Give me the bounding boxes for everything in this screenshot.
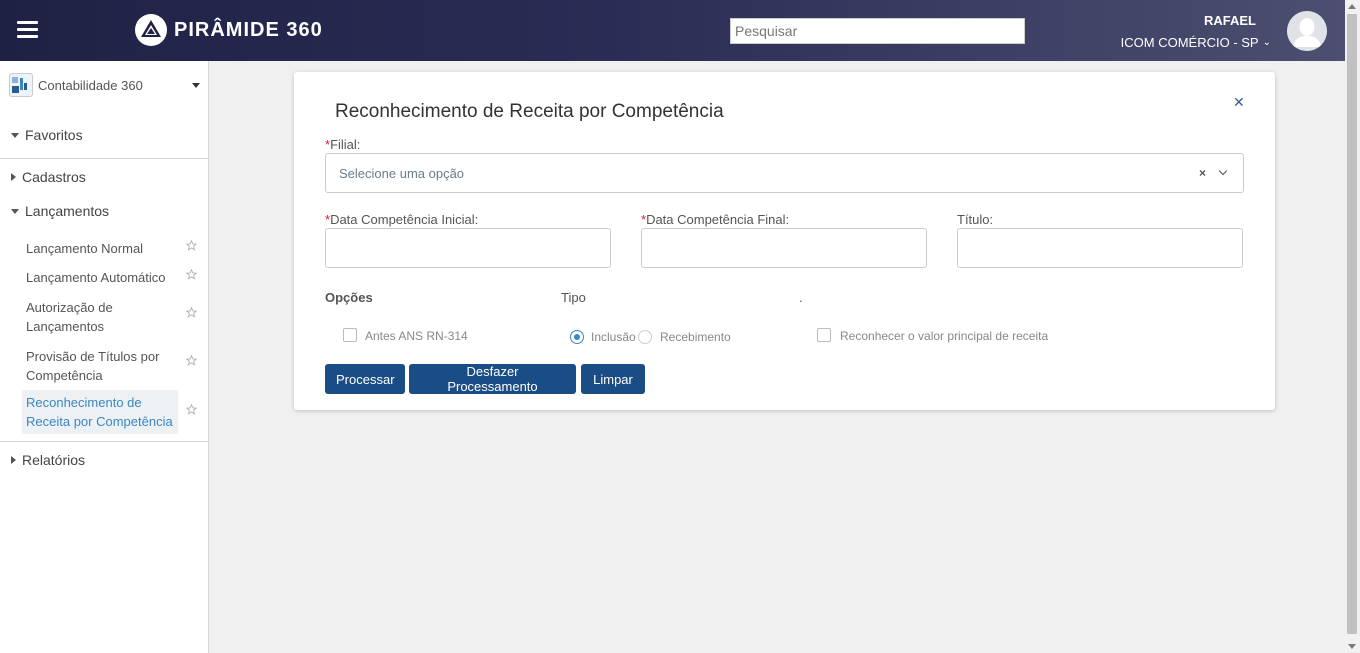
form-panel: Reconhecimento de Receita por Competênci… (294, 72, 1275, 410)
section-label: Relatórios (22, 452, 86, 468)
tipo-heading: Tipo (561, 290, 586, 305)
module-label: Contabilidade 360 (38, 77, 143, 93)
scroll-thumb[interactable] (1347, 14, 1357, 634)
star-icon[interactable] (186, 355, 197, 366)
opcoes-heading: Opções (325, 290, 373, 305)
section-label: Cadastros (22, 169, 86, 185)
avatar[interactable] (1287, 11, 1327, 51)
data-final-label-text: Data Competência Final: (646, 212, 790, 227)
sidebar: Contabilidade 360 Favoritos Cadastros La… (0, 61, 209, 653)
chevron-down-icon[interactable] (1218, 166, 1228, 176)
module-selector[interactable]: Contabilidade 360 (9, 73, 200, 97)
scroll-down-icon[interactable] (1348, 644, 1356, 649)
antes-ans-label: Antes ANS RN-314 (365, 329, 468, 343)
pyramid-logo-icon (135, 14, 167, 46)
page-title: Reconhecimento de Receita por Competênci… (335, 101, 724, 122)
sidebar-section-lancamentos[interactable]: Lançamentos (11, 203, 109, 219)
user-name: RAFAEL (1204, 13, 1256, 28)
desfazer-processamento-button[interactable]: Desfazer Processamento (409, 364, 576, 394)
page-scrollbar[interactable] (1345, 0, 1360, 653)
antes-ans-checkbox[interactable] (343, 328, 357, 342)
menu-icon[interactable] (17, 21, 38, 39)
recebimento-label: Recebimento (660, 330, 731, 344)
accounting-module-icon (9, 73, 33, 97)
data-final-label: *Data Competência Final: (641, 212, 789, 227)
caret-down-icon (11, 208, 19, 214)
data-inicial-label: *Data Competência Inicial: (325, 212, 478, 227)
brand-name: PIRÂMIDE 360 (174, 18, 323, 41)
filial-label: *Filial: (325, 137, 360, 152)
inclusao-radio[interactable] (570, 330, 584, 344)
star-icon[interactable] (186, 240, 197, 251)
sidebar-item-reconhecimento-receita[interactable]: Reconhecimento de Receita por Competênci… (22, 390, 178, 434)
caret-right-icon (11, 456, 16, 464)
limpar-button[interactable]: Limpar (581, 364, 645, 394)
chevron-down-icon: ⌄ (1262, 37, 1271, 48)
sidebar-item-lancamento-automatico[interactable]: Lançamento Automático (22, 265, 178, 290)
divider (0, 158, 208, 159)
sidebar-item-lancamento-normal[interactable]: Lançamento Normal (22, 236, 178, 261)
titulo-label: Título: (957, 212, 994, 227)
reconhecer-label: Reconhecer o valor principal de receita (840, 329, 1049, 343)
section-label: Lançamentos (25, 203, 110, 219)
scroll-up-icon[interactable] (1348, 4, 1356, 9)
caret-down-icon (11, 132, 19, 138)
clear-icon[interactable]: × (1199, 166, 1206, 180)
sidebar-section-favoritos[interactable]: Favoritos (11, 127, 83, 143)
search-input[interactable] (730, 18, 1025, 44)
titulo-input[interactable] (957, 228, 1243, 268)
reconhecer-checkbox[interactable] (817, 328, 831, 342)
sidebar-item-provisao-titulos[interactable]: Provisão de Títulos por Competência (22, 344, 178, 388)
dot-heading: . (799, 290, 803, 305)
data-inicial-label-text: Data Competência Inicial: (330, 212, 479, 227)
star-icon[interactable] (186, 269, 197, 280)
brand-logo[interactable]: PIRÂMIDE 360 (134, 13, 323, 47)
data-final-input[interactable] (641, 228, 927, 268)
sidebar-item-autorizacao[interactable]: Autorização de Lançamentos (22, 295, 178, 339)
chevron-down-icon (192, 82, 200, 88)
close-icon[interactable]: ✕ (1233, 94, 1245, 111)
caret-right-icon (11, 173, 16, 181)
company-name: ICOM COMÉRCIO - SP (1120, 35, 1259, 50)
filial-label-text: Filial: (330, 137, 361, 152)
recebimento-radio[interactable] (638, 330, 652, 344)
section-label: Favoritos (25, 127, 83, 143)
star-icon[interactable] (186, 404, 197, 415)
inclusao-label: Inclusão (591, 330, 636, 344)
sidebar-section-cadastros[interactable]: Cadastros (11, 169, 86, 185)
company-selector[interactable]: ICOM COMÉRCIO - SP ⌄ (1121, 35, 1271, 50)
processar-button[interactable]: Processar (325, 364, 405, 394)
filial-select[interactable]: Selecione uma opção × (325, 153, 1244, 193)
user-avatar-icon (1287, 11, 1327, 51)
sidebar-section-relatorios[interactable]: Relatórios (11, 452, 85, 468)
filial-placeholder: Selecione uma opção (339, 165, 465, 181)
divider (0, 441, 208, 442)
data-inicial-input[interactable] (325, 228, 611, 268)
top-header: PIRÂMIDE 360 RAFAEL ICOM COMÉRCIO - SP ⌄ (0, 0, 1345, 61)
star-icon[interactable] (186, 307, 197, 318)
